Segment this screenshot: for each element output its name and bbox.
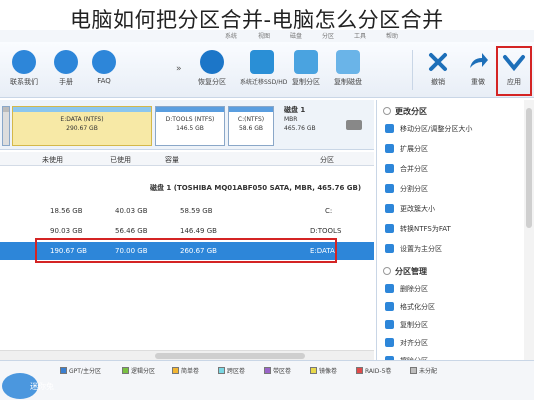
legend-logical: 逻辑分区 [122,366,155,375]
copy-partition-button[interactable]: 复制分区 [284,42,328,98]
toolbar-separator [412,50,413,90]
col-used[interactable]: 已使用 [110,155,131,165]
more-chevron-icon[interactable]: » [176,64,182,74]
op-split[interactable]: 分割分区 [385,184,428,194]
op-extend[interactable]: 扩展分区 [385,144,428,154]
col-partition[interactable]: 分区 [320,155,334,165]
table-row-disk[interactable]: 磁盘 1 (TOSHIBA MQ01ABF050 SATA, MBR, 465.… [0,178,374,196]
resize-icon [385,124,394,133]
menu-disk[interactable]: 磁盘 [290,31,302,40]
selected-row-highlight-box [35,238,337,263]
table-header: 分区 容量 已使用 未使用 [0,152,374,166]
scroll-thumb[interactable] [526,108,532,228]
disk-info[interactable]: 磁盘 1 MBR 465.76 GB [276,106,368,146]
section-partition-management[interactable]: 分区管理 [383,266,427,277]
recover-icon [200,50,224,74]
disk-part-unallocated[interactable] [2,106,10,146]
legend-gpt-primary: GPT/主分区 [60,366,101,375]
email-icon [12,50,36,74]
op-merge[interactable]: 合并分区 [385,164,428,174]
legend-unallocated: 未分配 [410,366,437,375]
split-icon [385,184,394,193]
migrate-icon [250,50,274,74]
apply-highlight-box [496,46,532,96]
primary-icon [385,244,394,253]
copy-icon [385,320,394,329]
copy-partition-icon [294,50,318,74]
app-window: 电脑如何把分区合并-电脑怎么分区合并 系统 视图 磁盘 分区 工具 帮助 联系我… [0,0,534,400]
operations-panel: 更改分区 移动分区/调整分区大小 扩展分区 合并分区 分割分区 更改簇大小 转换… [376,100,534,368]
delete-icon [385,284,394,293]
faq-button[interactable]: FAQ [82,42,126,98]
format-icon [385,302,394,311]
copy-disk-button[interactable]: 复制磁盘 [326,42,370,98]
op-move-resize[interactable]: 移动分区/调整分区大小 [385,124,472,134]
menu-view[interactable]: 视图 [258,31,270,40]
menu-bar: 系统 视图 磁盘 分区 工具 帮助 [0,30,534,42]
disk-part-e-data[interactable]: E:DATA (NTFS) 290.67 GB [12,106,152,146]
scroll-thumb[interactable] [155,353,305,359]
legend-bar: 迷你兔 GPT/主分区 逻辑分区 简单卷 跨区卷 带区卷 镜像卷 RAID-5卷… [0,360,534,400]
op-cluster-size[interactable]: 更改簇大小 [385,204,435,214]
legend-spanned: 跨区卷 [218,366,245,375]
legend-raid5: RAID-5卷 [356,366,391,375]
menu-system[interactable]: 系统 [225,31,237,40]
op-copy[interactable]: 复制分区 [385,320,428,330]
extend-icon [385,144,394,153]
legend-simple: 简单卷 [172,366,199,375]
contact-button[interactable]: 联系我们 [2,42,46,98]
menu-partition[interactable]: 分区 [322,31,334,40]
hard-disk-icon [346,120,362,130]
align-icon [385,338,394,347]
cluster-icon [385,204,394,213]
collapse-icon [383,107,391,115]
legend-mirrored: 镜像卷 [310,366,337,375]
side-scrollbar[interactable] [524,100,534,368]
undo-button[interactable]: 撤销 [416,42,460,98]
undo-icon [429,53,447,71]
op-format[interactable]: 格式化分区 [385,302,435,312]
toolbar: 联系我们 手册 FAQ » 恢复分区 系统迁移SSD/HD 复制分区 复制磁盘 [0,42,534,98]
migrate-os-button[interactable]: 系统迁移SSD/HD [240,42,287,98]
op-convert-ntfs-fat[interactable]: 转换NTFS为FAT [385,224,451,234]
redo-icon [470,53,488,68]
convert-icon [385,224,394,233]
table-row[interactable]: 18.56 GB 40.03 GB 58.59 GB C: [0,202,374,220]
recover-partition-button[interactable]: 恢复分区 [190,42,234,98]
menu-tools[interactable]: 工具 [354,31,366,40]
horizontal-scrollbar[interactable] [0,350,374,360]
col-capacity[interactable]: 容量 [165,155,179,165]
collapse-icon [383,267,391,275]
disk-part-d-tools[interactable]: D:TOOLS (NTFS) 146.5 GB [155,106,225,146]
logo-text: 迷你兔 [30,382,54,391]
faq-icon [92,50,116,74]
disk-map: E:DATA (NTFS) 290.67 GB D:TOOLS (NTFS) 1… [0,100,374,150]
disk-part-c[interactable]: C:(NTFS) 58.6 GB [228,106,274,146]
op-align[interactable]: 对齐分区 [385,338,428,348]
menu-help[interactable]: 帮助 [386,31,398,40]
merge-icon [385,164,394,173]
legend-striped: 带区卷 [264,366,291,375]
op-set-primary[interactable]: 设置为主分区 [385,244,442,254]
col-free[interactable]: 未使用 [42,155,63,165]
op-delete[interactable]: 删除分区 [385,284,428,294]
section-change-partition[interactable]: 更改分区 [383,106,427,117]
copy-disk-icon [336,50,360,74]
help-icon [54,50,78,74]
